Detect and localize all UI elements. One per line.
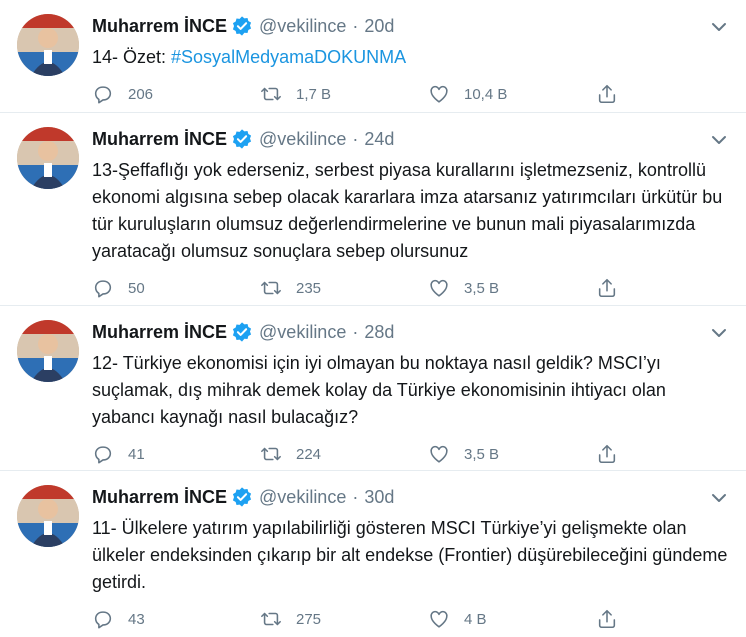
tweet-header: Muharrem İNCE @vekilince · 28d: [92, 318, 730, 346]
verified-badge-icon: [232, 16, 252, 36]
reply-count: 41: [128, 445, 145, 463]
retweet-icon: [261, 87, 281, 101]
reply-count: 43: [128, 610, 145, 628]
retweet-button[interactable]: 224: [260, 443, 428, 465]
author-handle[interactable]: @vekilince: [259, 129, 346, 150]
avatar[interactable]: [17, 14, 79, 76]
tweet[interactable]: Muharrem İNCE @vekilince · 24d 13-Şeffaf…: [0, 113, 746, 306]
share-button[interactable]: [596, 443, 636, 465]
heart-icon: [430, 85, 448, 103]
chevron-down-icon[interactable]: [710, 324, 728, 342]
retweet-count: 275: [296, 610, 322, 628]
timestamp[interactable]: 30d: [364, 487, 394, 508]
timestamp[interactable]: 20d: [364, 16, 394, 37]
author-name[interactable]: Muharrem İNCE: [92, 16, 227, 37]
author-handle[interactable]: @vekilince: [259, 487, 346, 508]
avatar-image: [17, 320, 79, 382]
separator-dot: ·: [352, 321, 359, 342]
tweet-text: 11- Ülkelere yatırım yapılabilirliği gös…: [92, 518, 733, 592]
retweet-count: 235: [296, 279, 322, 297]
like-button[interactable]: 4 B: [428, 608, 596, 630]
avatar-image: [17, 485, 79, 547]
tweet[interactable]: Muharrem İNCE @vekilince · 20d 14- Özet:…: [0, 0, 746, 113]
author-handle[interactable]: @vekilince: [259, 322, 346, 343]
chevron-down-icon[interactable]: [710, 18, 728, 36]
author-handle[interactable]: @vekilince: [259, 16, 346, 37]
reply-button[interactable]: 206: [92, 83, 260, 105]
verified-badge-icon: [232, 129, 252, 149]
verified-badge-icon: [232, 322, 252, 342]
heart-icon: [430, 279, 448, 297]
share-icon: [598, 609, 616, 629]
avatar-image: [17, 127, 79, 189]
like-button[interactable]: 3,5 B: [428, 443, 596, 465]
reply-count: 206: [128, 85, 154, 103]
like-count: 3,5 B: [464, 279, 500, 297]
tweet-actions: 41 224 3,5 B: [92, 437, 730, 471]
separator-dot: ·: [352, 486, 359, 507]
retweet-count: 224: [296, 445, 322, 463]
retweet-icon: [261, 447, 281, 461]
share-icon: [598, 84, 616, 104]
tweet-actions: 206 1,7 B 10,4 B: [92, 77, 730, 111]
heart-icon: [430, 445, 448, 463]
chevron-down-icon[interactable]: [710, 131, 728, 149]
reply-count: 50: [128, 279, 145, 297]
reply-button[interactable]: 41: [92, 443, 260, 465]
like-button[interactable]: 3,5 B: [428, 277, 596, 299]
retweet-count: 1,7 B: [296, 85, 332, 103]
tweet-text-body: 14- Özet:: [92, 47, 172, 67]
tweet-text: 13-Şeffaflığı yok ederseniz, serbest piy…: [92, 160, 728, 261]
separator-dot: ·: [352, 15, 359, 36]
retweet-button[interactable]: 235: [260, 277, 428, 299]
tweet-header: Muharrem İNCE @vekilince · 20d: [92, 12, 730, 40]
retweet-button[interactable]: 275: [260, 608, 428, 630]
like-count: 10,4 B: [464, 85, 508, 103]
author-name[interactable]: Muharrem İNCE: [92, 322, 227, 343]
tweet[interactable]: Muharrem İNCE @vekilince · 30d 11- Ülkel…: [0, 471, 746, 637]
verified-badge-icon: [232, 487, 252, 507]
tweet-feed: Muharrem İNCE @vekilince · 20d 14- Özet:…: [0, 0, 746, 637]
avatar[interactable]: [17, 127, 79, 189]
timestamp[interactable]: 24d: [364, 129, 394, 150]
share-button[interactable]: [596, 608, 636, 630]
share-icon: [598, 278, 616, 298]
separator-dot: ·: [352, 128, 359, 149]
avatar[interactable]: [17, 485, 79, 547]
reply-button[interactable]: 43: [92, 608, 260, 630]
retweet-icon: [261, 281, 281, 295]
reply-icon: [94, 280, 112, 298]
tweet-text: 12- Türkiye ekonomisi için iyi olmayan b…: [92, 353, 671, 427]
share-button[interactable]: [596, 277, 636, 299]
reply-icon: [94, 86, 112, 104]
retweet-button[interactable]: 1,7 B: [260, 83, 428, 105]
tweet-text: 14- Özet: #SosyalMedyamaDOKUNMA: [92, 44, 730, 71]
tweet-actions: 50 235 3,5 B: [92, 271, 730, 305]
share-icon: [598, 444, 616, 464]
author-name[interactable]: Muharrem İNCE: [92, 129, 227, 150]
tweet-actions: 43 275 4 B: [92, 602, 730, 636]
reply-icon: [94, 446, 112, 464]
like-count: 3,5 B: [464, 445, 500, 463]
reply-icon: [94, 611, 112, 629]
tweet-header: Muharrem İNCE @vekilince · 30d: [92, 483, 730, 511]
reply-button[interactable]: 50: [92, 277, 260, 299]
chevron-down-icon[interactable]: [710, 489, 728, 507]
like-count: 4 B: [464, 610, 487, 628]
avatar[interactable]: [17, 320, 79, 382]
tweet-header: Muharrem İNCE @vekilince · 24d: [92, 125, 730, 153]
retweet-icon: [261, 612, 281, 626]
share-button[interactable]: [596, 83, 636, 105]
tweet[interactable]: Muharrem İNCE @vekilince · 28d 12- Türki…: [0, 306, 746, 471]
avatar-image: [17, 14, 79, 76]
author-name[interactable]: Muharrem İNCE: [92, 487, 227, 508]
hashtag-link[interactable]: #SosyalMedyamaDOKUNMA: [171, 47, 406, 67]
like-button[interactable]: 10,4 B: [428, 83, 596, 105]
timestamp[interactable]: 28d: [364, 322, 394, 343]
heart-icon: [430, 610, 448, 628]
